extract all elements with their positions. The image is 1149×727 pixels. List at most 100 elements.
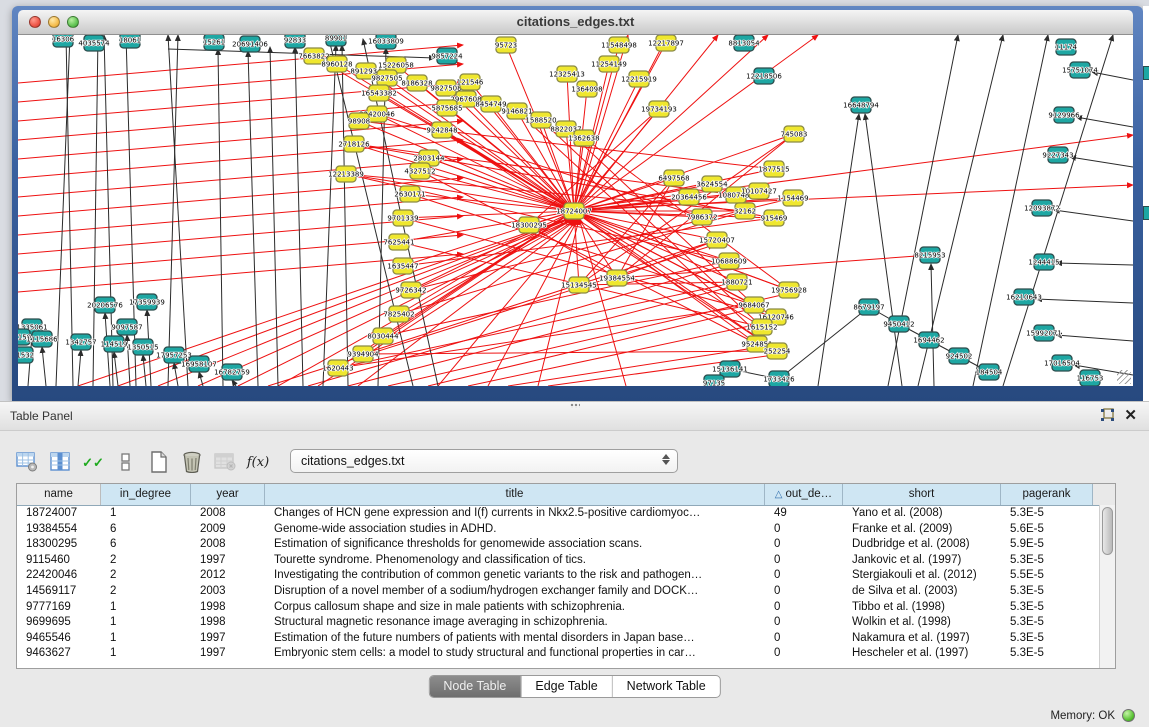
graph-edge[interactable] (66, 35, 73, 386)
cell-year[interactable]: 1997 (191, 553, 265, 569)
graph-node-924502[interactable]: 924502 (946, 348, 973, 364)
graph-edge[interactable] (174, 363, 178, 386)
graph-node-10688609[interactable]: 10688609 (711, 253, 747, 269)
cell-title[interactable]: Tourette syndrome. Phenomenology and cla… (265, 553, 765, 569)
scrollbar-thumb[interactable] (1102, 507, 1113, 555)
graph-node-8679197[interactable]: 8679197 (853, 299, 884, 315)
table-row[interactable]: 1830029562008Estimation of significance … (17, 537, 1115, 553)
cell-pagerank[interactable]: 5.3E-5 (1001, 615, 1093, 631)
cell-in_degree[interactable]: 2 (101, 568, 191, 584)
graph-node-11532[interactable]: 11532 (18, 347, 34, 363)
graph-node-12217897[interactable]: 12217897 (648, 35, 684, 51)
tab-network-table[interactable]: Network Table (612, 676, 720, 697)
graph-edge[interactable] (295, 47, 303, 386)
graph-node-1620443[interactable]: 1620443 (322, 360, 353, 376)
cell-name[interactable]: 19384554 (17, 522, 101, 538)
graph-edge[interactable] (579, 134, 794, 285)
cell-name[interactable]: 9699695 (17, 615, 101, 631)
graph-node-8813054[interactable]: 8813054 (728, 35, 760, 51)
cell-pagerank[interactable]: 5.3E-5 (1001, 600, 1093, 616)
cell-short[interactable]: Jankovic et al. (1997) (843, 553, 1001, 569)
cell-out_de[interactable]: 0 (765, 646, 843, 662)
graph-edge[interactable] (818, 114, 859, 386)
table-row[interactable]: 1456911722003Disruption of a novel membe… (17, 584, 1115, 600)
cell-short[interactable]: Hescheler et al. (1997) (843, 646, 1001, 662)
panel-divider-handle[interactable] (570, 403, 580, 408)
cell-name[interactable]: 9465546 (17, 631, 101, 647)
cell-in_degree[interactable]: 2 (101, 553, 191, 569)
cell-in_degree[interactable]: 1 (101, 506, 191, 522)
graph-node-2630171[interactable]: 2630171 (394, 186, 425, 202)
table-row[interactable]: 1938455462009Genome-wide association stu… (17, 522, 1115, 538)
graph-edge[interactable] (517, 111, 777, 351)
tab-edge-table[interactable]: Edge Table (520, 676, 611, 697)
cell-title[interactable]: Disruption of a novel member of a sodium… (265, 584, 765, 600)
cell-pagerank[interactable]: 5.3E-5 (1001, 646, 1093, 662)
cell-short[interactable]: Dudbridge et al. (2008) (843, 537, 1001, 553)
cell-name[interactable]: 9463627 (17, 646, 101, 662)
graph-node-16782759[interactable]: 16782759 (214, 364, 250, 380)
graph-node-8215953[interactable]: 8215953 (914, 247, 945, 263)
cell-pagerank[interactable]: 5.5E-5 (1001, 568, 1093, 584)
graph-node-16648794[interactable]: 16648794 (843, 97, 879, 113)
table-vertical-scrollbar[interactable] (1099, 505, 1115, 668)
select-all-icon[interactable]: ✓✓ (82, 451, 104, 473)
network-graph[interactable]: 1872400776638228960128891293415226058982… (18, 35, 1133, 386)
cell-title[interactable]: Estimation of significance thresholds fo… (265, 537, 765, 553)
cell-title[interactable]: Estimation of the future numbers of pati… (265, 631, 765, 647)
graph-node-9701339[interactable]: 9701339 (387, 210, 418, 226)
cell-in_degree[interactable]: 1 (101, 615, 191, 631)
cell-year[interactable]: 1997 (191, 631, 265, 647)
table-row[interactable]: 1872400712008Changes of HCN gene express… (17, 506, 1115, 522)
cell-out_de[interactable]: 0 (765, 584, 843, 600)
table-row[interactable]: 969969511998Structural magnetic resonanc… (17, 615, 1115, 631)
cell-year[interactable]: 1997 (191, 646, 265, 662)
graph-node-19734193[interactable]: 19734193 (641, 101, 677, 117)
graph-edge[interactable] (1092, 72, 1133, 80)
graph-edge[interactable] (114, 352, 118, 386)
graph-node-16306[interactable]: 16306 (52, 35, 75, 47)
cell-title[interactable]: Changes of HCN gene expression and I(f) … (265, 506, 765, 522)
cell-year[interactable]: 2008 (191, 506, 265, 522)
cell-in_degree[interactable]: 1 (101, 646, 191, 662)
graph-node-9129966[interactable]: 9129966 (1048, 107, 1080, 123)
table-row[interactable]: 977716911998Corpus callosum shape and si… (17, 600, 1115, 616)
column-header-year[interactable]: year (191, 484, 265, 505)
graph-edge[interactable] (383, 261, 729, 336)
cell-short[interactable]: Stergiakouli et al. (2012) (843, 568, 1001, 584)
graph-node-20206576[interactable]: 20206576 (87, 297, 123, 313)
graph-edge[interactable] (18, 121, 463, 159)
graph-node-4035574[interactable]: 4035574 (78, 35, 110, 51)
cell-year[interactable]: 2009 (191, 522, 265, 538)
graph-edge[interactable] (42, 347, 46, 386)
graph-node-18061[interactable]: 18061 (119, 35, 141, 48)
graph-node-11548498[interactable]: 11548498 (601, 37, 637, 53)
cell-out_de[interactable]: 0 (765, 537, 843, 553)
graph-node-89901[interactable]: 89901 (325, 35, 347, 46)
graph-node-19756928[interactable]: 19756928 (771, 282, 807, 298)
graph-node-1877515[interactable]: 1877515 (758, 161, 789, 177)
cell-pagerank[interactable]: 5.3E-5 (1001, 631, 1093, 647)
graph-node-12215919[interactable]: 12215919 (621, 71, 657, 87)
close-panel-icon[interactable]: ✕ (1124, 408, 1137, 424)
cell-name[interactable]: 9115460 (17, 553, 101, 569)
table-row[interactable]: 2242004622012Investigating the contribut… (17, 568, 1115, 584)
cell-year[interactable]: 2003 (191, 584, 265, 600)
graph-node-95723[interactable]: 95723 (495, 37, 517, 53)
table-row[interactable]: 946554611997Estimation of the future num… (17, 631, 1115, 647)
cell-year[interactable]: 1998 (191, 600, 265, 616)
graph-node-745083[interactable]: 745083 (781, 126, 808, 142)
cell-name[interactable]: 18300295 (17, 537, 101, 553)
graph-node-17016504[interactable]: 17016504 (1044, 355, 1080, 371)
cell-name[interactable]: 22420046 (17, 568, 101, 584)
column-header-pagerank[interactable]: pagerank (1001, 484, 1093, 505)
window-resize-grip[interactable] (1117, 370, 1131, 384)
graph-edge[interactable] (323, 45, 336, 386)
graph-node-1342757[interactable]: 1342757 (65, 334, 96, 350)
graph-node-15992071[interactable]: 15992071 (1026, 325, 1062, 341)
graph-node-12093872[interactable]: 12093872 (1024, 200, 1060, 216)
cell-out_de[interactable]: 0 (765, 615, 843, 631)
graph-node-1154469[interactable]: 1154469 (777, 190, 808, 206)
cell-pagerank[interactable]: 5.3E-5 (1001, 506, 1093, 522)
tab-node-table[interactable]: Node Table (429, 676, 520, 697)
